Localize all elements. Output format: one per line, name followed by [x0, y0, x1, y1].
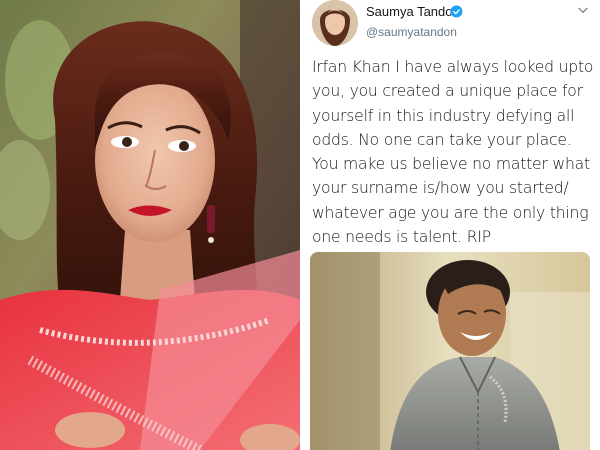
tweet-media-image[interactable]: [310, 252, 590, 450]
avatar-image: [312, 0, 358, 46]
tweet-text: Irfan Khan I have always looked upto you…: [312, 58, 594, 247]
woman-portrait-image: [0, 0, 300, 450]
user-handle[interactable]: @saumyatandon: [366, 25, 457, 39]
left-photo: [0, 0, 300, 450]
divider: [300, 0, 310, 450]
laughing-man-photo: [310, 252, 590, 450]
avatar[interactable]: [312, 0, 358, 46]
display-name[interactable]: Saumya Tandon: [366, 4, 460, 19]
tweet-card: Saumya Tandon @saumyatandon Irfan Khan I…: [310, 0, 600, 450]
verified-badge-icon: [450, 5, 463, 18]
chevron-down-icon[interactable]: [576, 3, 590, 17]
